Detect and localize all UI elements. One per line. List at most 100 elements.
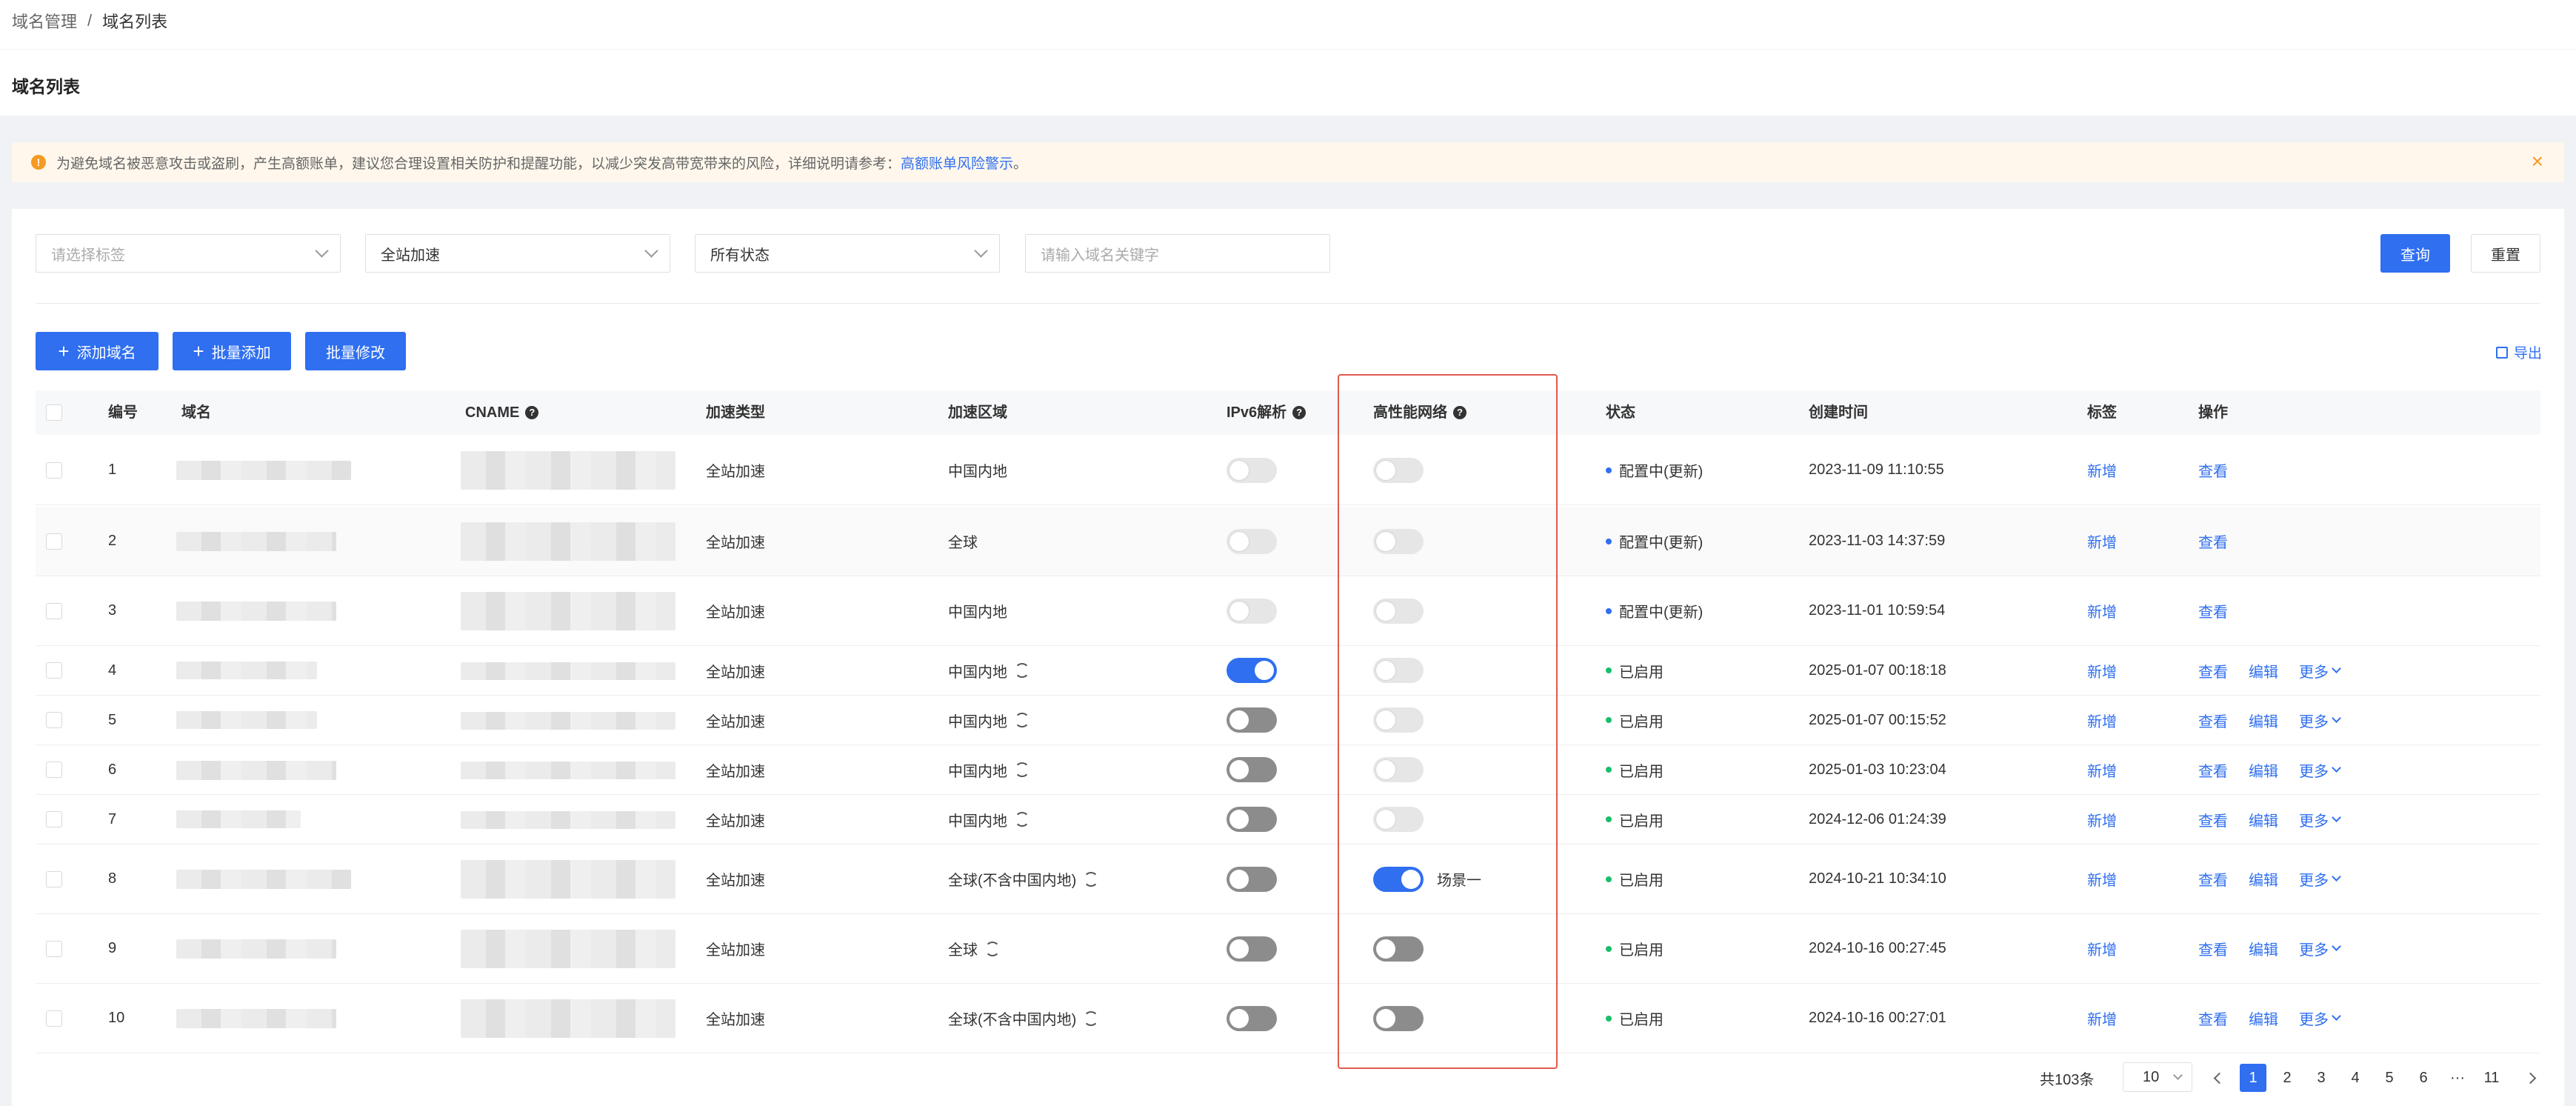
tag-add-link[interactable]: 新增 bbox=[2087, 845, 2117, 913]
ipv6-toggle[interactable] bbox=[1227, 807, 1277, 832]
view-link[interactable]: 查看 bbox=[2198, 530, 2228, 552]
ipv6-toggle[interactable] bbox=[1227, 866, 1277, 892]
row-checkbox[interactable] bbox=[46, 602, 62, 619]
hpn-toggle[interactable] bbox=[1373, 936, 1424, 962]
ipv6-toggle[interactable] bbox=[1227, 598, 1277, 624]
edit-link[interactable]: 编辑 bbox=[2249, 660, 2278, 682]
page-ellipsis[interactable]: ··· bbox=[2444, 1064, 2471, 1092]
tag-add-link[interactable]: 新增 bbox=[2087, 914, 2117, 983]
help-icon[interactable]: ? bbox=[1292, 406, 1307, 419]
alert-link[interactable]: 高额账单风险警示 bbox=[901, 153, 1013, 173]
ipv6-toggle[interactable] bbox=[1227, 457, 1277, 483]
hpn-toggle[interactable] bbox=[1373, 598, 1424, 624]
page-button[interactable]: 4 bbox=[2342, 1064, 2369, 1092]
status-select[interactable]: 所有状态 bbox=[695, 234, 1000, 273]
prev-page-button[interactable] bbox=[2206, 1064, 2232, 1092]
reset-button[interactable]: 重置 bbox=[2471, 234, 2540, 273]
tag-select[interactable]: 请选择标签 bbox=[36, 234, 341, 273]
refresh-icon[interactable] bbox=[1084, 1010, 1099, 1026]
breadcrumb-parent[interactable]: 域名管理 bbox=[12, 9, 77, 33]
tag-add-link[interactable]: 新增 bbox=[2087, 795, 2117, 844]
row-checkbox[interactable] bbox=[46, 533, 62, 550]
row-checkbox[interactable] bbox=[46, 762, 62, 778]
next-page-button[interactable] bbox=[2517, 1064, 2543, 1092]
hpn-toggle[interactable] bbox=[1373, 457, 1424, 483]
view-link[interactable]: 查看 bbox=[2198, 868, 2228, 890]
hpn-toggle[interactable] bbox=[1373, 707, 1424, 733]
ipv6-toggle[interactable] bbox=[1227, 707, 1277, 733]
hpn-toggle[interactable] bbox=[1373, 866, 1424, 892]
view-link[interactable]: 查看 bbox=[2198, 938, 2228, 959]
more-dropdown[interactable]: 更多 bbox=[2299, 938, 2341, 959]
batch-edit-button[interactable]: 批量修改 bbox=[305, 332, 406, 370]
select-all-checkbox[interactable] bbox=[46, 404, 62, 421]
more-dropdown[interactable]: 更多 bbox=[2299, 1007, 2341, 1029]
refresh-icon[interactable] bbox=[1015, 812, 1030, 827]
more-dropdown[interactable]: 更多 bbox=[2299, 759, 2341, 781]
batch-add-button[interactable]: + 批量添加 bbox=[173, 332, 291, 370]
page-button[interactable]: 5 bbox=[2376, 1064, 2403, 1092]
more-dropdown[interactable]: 更多 bbox=[2299, 660, 2341, 682]
edit-link[interactable]: 编辑 bbox=[2249, 710, 2278, 731]
close-icon[interactable]: × bbox=[2532, 151, 2543, 172]
tag-add-link[interactable]: 新增 bbox=[2087, 646, 2117, 695]
view-link[interactable]: 查看 bbox=[2198, 459, 2228, 481]
more-dropdown[interactable]: 更多 bbox=[2299, 710, 2341, 731]
more-dropdown[interactable]: 更多 bbox=[2299, 868, 2341, 890]
row-checkbox[interactable] bbox=[46, 462, 62, 479]
more-dropdown[interactable]: 更多 bbox=[2299, 809, 2341, 830]
help-icon[interactable]: ? bbox=[1453, 406, 1466, 419]
hpn-toggle[interactable] bbox=[1373, 1005, 1424, 1031]
page-button[interactable]: 6 bbox=[2410, 1064, 2437, 1092]
row-checkbox[interactable] bbox=[46, 662, 62, 679]
row-checkbox[interactable] bbox=[46, 1010, 62, 1027]
tag-add-link[interactable]: 新增 bbox=[2087, 576, 2117, 645]
row-select-cell bbox=[46, 745, 62, 794]
view-link[interactable]: 查看 bbox=[2198, 600, 2228, 622]
domain-keyword-input[interactable]: 请输入域名关键字 bbox=[1025, 234, 1330, 273]
ipv6-toggle[interactable] bbox=[1227, 1005, 1277, 1031]
view-link[interactable]: 查看 bbox=[2198, 710, 2228, 731]
tag-add-link[interactable]: 新增 bbox=[2087, 745, 2117, 794]
add-domain-button[interactable]: + 添加域名 bbox=[36, 332, 159, 370]
help-icon[interactable]: ? bbox=[525, 406, 539, 419]
row-checkbox[interactable] bbox=[46, 811, 62, 827]
accel-type-select[interactable]: 全站加速 bbox=[365, 234, 670, 273]
edit-link[interactable]: 编辑 bbox=[2249, 809, 2278, 830]
view-link[interactable]: 查看 bbox=[2198, 660, 2228, 682]
view-link[interactable]: 查看 bbox=[2198, 759, 2228, 781]
edit-link[interactable]: 编辑 bbox=[2249, 938, 2278, 959]
page-button[interactable]: 2 bbox=[2274, 1064, 2300, 1092]
ipv6-toggle[interactable] bbox=[1227, 757, 1277, 782]
page-button[interactable]: 1 bbox=[2240, 1064, 2266, 1092]
hpn-toggle[interactable] bbox=[1373, 528, 1424, 554]
row-checkbox[interactable] bbox=[46, 870, 62, 887]
tag-add-link[interactable]: 新增 bbox=[2087, 696, 2117, 744]
row-checkbox[interactable] bbox=[46, 940, 62, 957]
hpn-toggle[interactable] bbox=[1373, 807, 1424, 832]
ipv6-toggle[interactable] bbox=[1227, 936, 1277, 962]
view-link[interactable]: 查看 bbox=[2198, 809, 2228, 830]
refresh-icon[interactable] bbox=[1084, 871, 1099, 887]
edit-link[interactable]: 编辑 bbox=[2249, 759, 2278, 781]
ipv6-toggle[interactable] bbox=[1227, 658, 1277, 683]
tag-add-link[interactable]: 新增 bbox=[2087, 436, 2117, 504]
page-button[interactable]: 3 bbox=[2308, 1064, 2335, 1092]
tag-add-link[interactable]: 新增 bbox=[2087, 984, 2117, 1053]
hpn-toggle[interactable] bbox=[1373, 757, 1424, 782]
refresh-icon[interactable] bbox=[1015, 663, 1030, 678]
row-checkbox[interactable] bbox=[46, 712, 62, 728]
tag-add-link[interactable]: 新增 bbox=[2087, 507, 2117, 576]
edit-link[interactable]: 编辑 bbox=[2249, 1007, 2278, 1029]
page-button-last[interactable]: 11 bbox=[2478, 1064, 2505, 1092]
page-size-select[interactable]: 10 bbox=[2123, 1062, 2192, 1092]
refresh-icon[interactable] bbox=[1015, 762, 1030, 777]
view-link[interactable]: 查看 bbox=[2198, 1007, 2228, 1029]
query-button[interactable]: 查询 bbox=[2380, 234, 2450, 273]
hpn-toggle[interactable] bbox=[1373, 658, 1424, 683]
edit-link[interactable]: 编辑 bbox=[2249, 868, 2278, 890]
ipv6-toggle[interactable] bbox=[1227, 528, 1277, 554]
refresh-icon[interactable] bbox=[985, 941, 1000, 956]
export-button[interactable]: 导出 bbox=[2495, 342, 2542, 362]
refresh-icon[interactable] bbox=[1015, 713, 1030, 727]
